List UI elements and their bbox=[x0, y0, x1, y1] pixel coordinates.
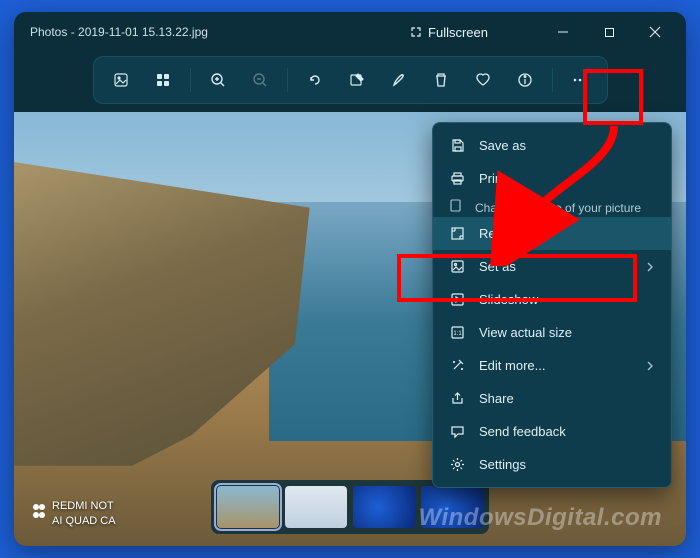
chevron-right-icon bbox=[645, 262, 655, 272]
menu-caption-resize: Change the size of your picture bbox=[433, 195, 671, 217]
menu-item-slideshow[interactable]: Slideshow bbox=[433, 283, 671, 316]
zoom-out-icon bbox=[252, 72, 268, 88]
zoom-out-button[interactable] bbox=[241, 63, 279, 97]
more-options-button[interactable] bbox=[561, 63, 599, 97]
gear-icon bbox=[449, 457, 465, 472]
play-icon bbox=[449, 292, 465, 307]
rotate-icon bbox=[307, 72, 323, 88]
camera-watermark: REDMI NOT AI QUAD CA bbox=[32, 499, 116, 528]
menu-item-edit-more[interactable]: Edit more... bbox=[433, 349, 671, 382]
menu-item-save-as[interactable]: Save as bbox=[433, 129, 671, 162]
file-name: 2019-11-01 15.13.22.jpg bbox=[78, 25, 208, 39]
site-watermark: WindowsDigital.com bbox=[419, 504, 662, 532]
menu-item-share[interactable]: Share bbox=[433, 382, 671, 415]
delete-button[interactable] bbox=[422, 63, 460, 97]
resize-icon bbox=[449, 226, 465, 241]
titlebar: Photos - 2019-11-01 15.13.22.jpg Fullscr… bbox=[14, 12, 686, 52]
gallery-button[interactable] bbox=[144, 63, 182, 97]
thumbnail[interactable] bbox=[353, 486, 415, 528]
pen-icon bbox=[391, 72, 407, 88]
share-icon bbox=[449, 391, 465, 406]
menu-item-set-as[interactable]: Set as bbox=[433, 250, 671, 283]
markup-button[interactable] bbox=[380, 63, 418, 97]
menu-item-settings[interactable]: Settings bbox=[433, 448, 671, 481]
favorite-button[interactable] bbox=[464, 63, 502, 97]
view-mode-button[interactable] bbox=[102, 63, 140, 97]
grid-icon bbox=[155, 72, 171, 88]
image-icon bbox=[113, 72, 129, 88]
rotate-button[interactable] bbox=[296, 63, 334, 97]
maximize-button[interactable] bbox=[586, 12, 632, 52]
fullscreen-label: Fullscreen bbox=[428, 25, 488, 40]
fullscreen-button[interactable]: Fullscreen bbox=[398, 19, 500, 46]
heart-icon bbox=[475, 72, 491, 88]
window-title: Photos - 2019-11-01 15.13.22.jpg bbox=[30, 25, 208, 39]
svg-text:1:1: 1:1 bbox=[453, 331, 462, 337]
magic-icon bbox=[449, 358, 465, 373]
minimize-button[interactable] bbox=[540, 12, 586, 52]
menu-item-send-feedback[interactable]: Send feedback bbox=[433, 415, 671, 448]
menu-item-resize[interactable]: Resize bbox=[433, 217, 671, 250]
feedback-icon bbox=[449, 424, 465, 439]
zoom-in-button[interactable] bbox=[199, 63, 237, 97]
chevron-right-icon bbox=[645, 361, 655, 371]
trash-icon bbox=[433, 72, 449, 88]
info-icon bbox=[517, 72, 533, 88]
photos-app-window: Photos - 2019-11-01 15.13.22.jpg Fullscr… bbox=[14, 12, 686, 546]
photo-toolbar bbox=[93, 56, 608, 104]
ellipsis-icon bbox=[572, 72, 588, 88]
edit-button[interactable] bbox=[338, 63, 376, 97]
more-options-menu: Save as Print Change the size of your pi… bbox=[432, 122, 672, 488]
print-icon bbox=[449, 171, 465, 186]
thumbnail[interactable] bbox=[285, 486, 347, 528]
menu-item-view-actual-size[interactable]: 1:1 View actual size bbox=[433, 316, 671, 349]
fullscreen-icon bbox=[410, 26, 422, 38]
actual-size-icon: 1:1 bbox=[449, 325, 465, 340]
menu-item-print[interactable]: Print bbox=[433, 162, 671, 195]
info-button[interactable] bbox=[506, 63, 544, 97]
window-controls bbox=[540, 12, 678, 52]
thumbnail[interactable] bbox=[217, 486, 279, 528]
save-icon bbox=[449, 138, 465, 153]
close-button[interactable] bbox=[632, 12, 678, 52]
camera-logo-icon bbox=[32, 503, 46, 525]
edit-image-icon bbox=[349, 72, 365, 88]
zoom-in-icon bbox=[210, 72, 226, 88]
wallpaper-icon bbox=[449, 259, 465, 274]
picture-icon bbox=[449, 199, 465, 212]
app-name: Photos bbox=[30, 25, 67, 39]
